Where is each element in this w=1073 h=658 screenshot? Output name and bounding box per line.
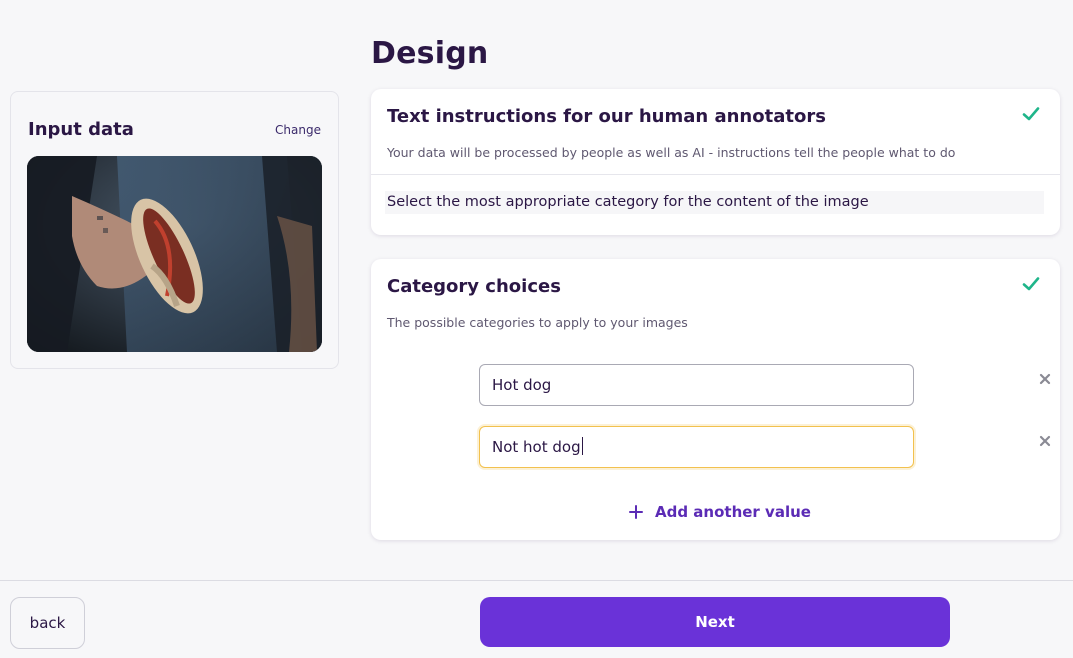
category-choice-value: Hot dog [492,376,552,394]
check-icon [1022,277,1040,291]
close-icon[interactable] [1038,434,1052,448]
footer-divider [0,580,1073,581]
category-choices-title: Category choices [387,276,561,297]
category-choice-value: Not hot dog [492,438,581,456]
divider [371,174,1060,175]
instructions-card: Text instructions for our human annotato… [371,89,1060,235]
input-image [27,156,322,352]
category-choices-card: Category choices The possible categories… [371,259,1060,540]
add-another-value-label: Add another value [655,503,811,521]
category-choice-input[interactable]: Hot dog [479,364,914,406]
input-data-panel: Input data Change [10,91,339,369]
hot-dog-photo [27,156,322,352]
check-icon [1022,107,1040,121]
plus-icon [629,505,643,519]
instructions-title: Text instructions for our human annotato… [387,106,826,127]
instructions-subtitle: Your data will be processed by people as… [387,145,956,160]
next-button[interactable]: Next [480,597,950,647]
category-choice-input[interactable]: Not hot dog [479,426,914,468]
add-another-value-button[interactable]: Add another value [629,503,811,521]
page-title: Design [371,36,489,71]
category-choices-subtitle: The possible categories to apply to your… [387,315,688,330]
instructions-text-field[interactable]: Select the most appropriate category for… [385,191,1044,214]
change-link[interactable]: Change [275,123,321,137]
close-icon[interactable] [1038,372,1052,386]
text-caret [581,437,583,455]
back-button[interactable]: back [10,597,85,649]
input-data-title: Input data [28,119,134,140]
